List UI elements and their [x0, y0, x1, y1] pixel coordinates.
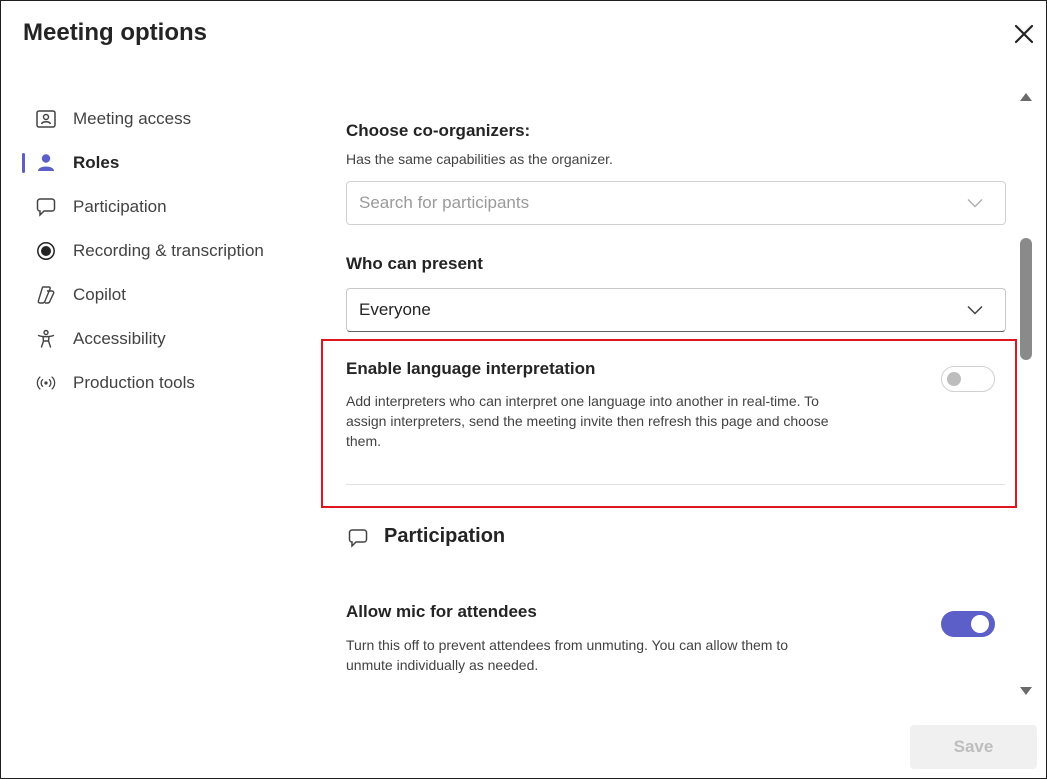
save-button[interactable]: Save: [910, 725, 1037, 769]
broadcast-icon: [36, 373, 56, 393]
search-placeholder: Search for participants: [359, 193, 530, 212]
close-icon: [1014, 24, 1034, 44]
chat-icon: [348, 528, 368, 553]
scroll-thumb[interactable]: [1020, 238, 1032, 360]
sidebar-item-meeting-access[interactable]: Meeting access: [1, 97, 311, 141]
interpretation-label: Enable language interpretation: [346, 359, 596, 378]
scroll-up-arrow-icon[interactable]: [1020, 93, 1032, 101]
sidebar-item-label: Production tools: [73, 373, 195, 392]
person-icon: [36, 153, 56, 173]
dialog-title: Meeting options: [23, 19, 207, 46]
coorganizers-label: Choose co-organizers:: [346, 121, 531, 140]
participation-heading: Participation: [384, 525, 506, 547]
section-divider: [346, 484, 1005, 485]
sidebar-item-label: Accessibility: [73, 329, 166, 348]
who-can-present-dropdown[interactable]: Everyone: [346, 288, 1006, 332]
sidebar-item-copilot[interactable]: Copilot: [1, 273, 311, 317]
sidebar-item-label: Roles: [73, 153, 120, 172]
sidebar-item-label: Copilot: [73, 285, 126, 304]
interpretation-description: Add interpreters who can interpret one l…: [346, 391, 926, 451]
allow-mic-toggle[interactable]: [941, 611, 995, 637]
scroll-down-arrow-icon[interactable]: [1020, 687, 1032, 695]
chevron-down-icon: [967, 300, 983, 320]
coorganizer-search-input[interactable]: Search for participants: [346, 181, 1006, 225]
sidebar-item-label: Recording & transcription: [73, 241, 264, 260]
toggle-knob: [971, 615, 989, 633]
mic-desc-line: Turn this off to prevent attendees from …: [346, 637, 789, 653]
sidebar-nav: Meeting access Roles Participation Recor…: [1, 97, 311, 405]
sidebar-item-recording[interactable]: Recording & transcription: [1, 229, 311, 273]
accessibility-icon: [36, 329, 56, 349]
sidebar-item-accessibility[interactable]: Accessibility: [1, 317, 311, 361]
coorganizers-description: Has the same capabilities as the organiz…: [346, 151, 613, 167]
interpretation-desc-line: Add interpreters who can interpret one l…: [346, 393, 819, 409]
allow-mic-description: Turn this off to prevent attendees from …: [346, 635, 906, 675]
meeting-options-dialog: Meeting options Meeting access Roles Par…: [0, 0, 1047, 779]
copilot-icon: [36, 285, 56, 305]
chevron-down-icon: [967, 193, 983, 213]
active-indicator: [22, 153, 25, 173]
close-button[interactable]: [1011, 21, 1037, 47]
mic-desc-line: unmute individually as needed.: [346, 657, 539, 673]
sidebar-item-label: Participation: [73, 197, 167, 216]
chat-icon: [36, 197, 56, 217]
allow-mic-label: Allow mic for attendees: [346, 602, 537, 621]
record-icon: [36, 241, 56, 261]
present-selected-value: Everyone: [359, 300, 431, 319]
sidebar-item-label: Meeting access: [73, 109, 192, 128]
interpretation-toggle[interactable]: [941, 366, 995, 392]
sidebar-item-production-tools[interactable]: Production tools: [1, 361, 311, 405]
toggle-knob: [947, 372, 961, 386]
sidebar-item-participation[interactable]: Participation: [1, 185, 311, 229]
interpretation-desc-line: them.: [346, 433, 382, 449]
interpretation-desc-line: assign interpreters, send the meeting in…: [346, 413, 829, 429]
who-can-present-label: Who can present: [346, 254, 483, 273]
sidebar-item-roles[interactable]: Roles: [1, 141, 311, 185]
meeting-access-icon: [36, 109, 56, 129]
content-scrollbar[interactable]: [1015, 93, 1037, 703]
